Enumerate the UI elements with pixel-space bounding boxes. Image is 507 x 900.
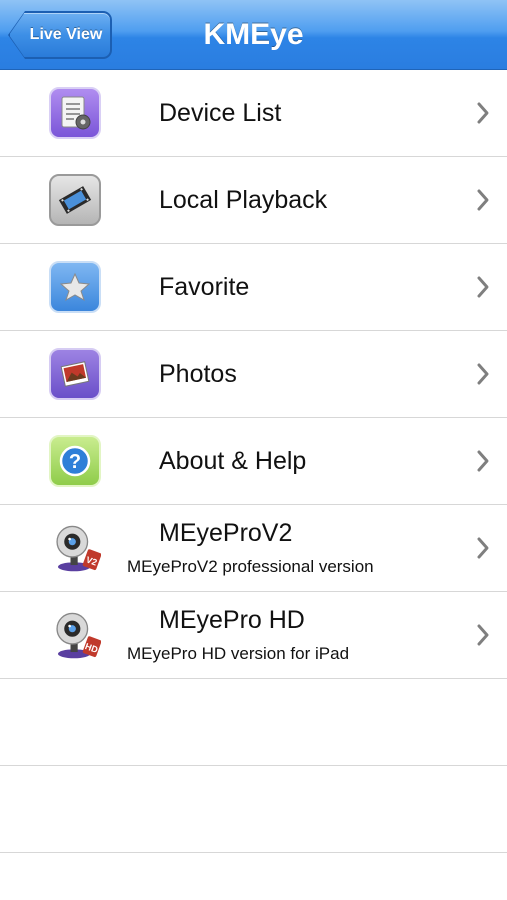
- photos-icon: [49, 348, 101, 400]
- menu-item-sublabel: MEyePro HD version for iPad: [127, 644, 350, 663]
- menu-item-sublabel: MEyeProV2 professional version: [127, 557, 374, 576]
- menu-item-meyeprov2[interactable]: V2 MEyeProV2 MEyeProV2 professional vers…: [0, 505, 507, 592]
- menu-item-label: Device List: [159, 99, 282, 127]
- chevron-right-icon: [477, 102, 489, 124]
- film-strip-icon: [49, 174, 101, 226]
- webcam-icon: V2: [49, 522, 101, 574]
- star-icon: [49, 261, 101, 313]
- empty-row: [0, 766, 507, 853]
- page-title-text: KMEye: [203, 18, 304, 51]
- menu-item-label: Photos: [159, 360, 237, 388]
- chevron-right-icon: [477, 537, 489, 559]
- menu-item-label: Favorite: [159, 273, 250, 301]
- menu-list: Device List Local Playback Favorite Phot…: [0, 70, 507, 853]
- menu-item-device-list[interactable]: Device List: [0, 70, 507, 157]
- menu-item-about-help[interactable]: ? About & Help: [0, 418, 507, 505]
- chevron-right-icon: [477, 363, 489, 385]
- svg-text:?: ?: [69, 451, 81, 473]
- device-list-icon: [49, 87, 101, 139]
- menu-item-label: Local Playback: [159, 186, 328, 214]
- page-title: KMEye: [0, 0, 507, 70]
- chevron-right-icon: [477, 450, 489, 472]
- empty-row: [0, 679, 507, 766]
- chevron-right-icon: [477, 624, 489, 646]
- help-icon: ?: [49, 435, 101, 487]
- menu-item-label: MEyeProV2: [159, 519, 293, 547]
- menu-item-label: About & Help: [159, 447, 307, 475]
- navigation-bar: Live View KMEye: [0, 0, 507, 70]
- menu-item-local-playback[interactable]: Local Playback: [0, 157, 507, 244]
- chevron-right-icon: [477, 276, 489, 298]
- menu-item-favorite[interactable]: Favorite: [0, 244, 507, 331]
- chevron-right-icon: [477, 189, 489, 211]
- menu-item-photos[interactable]: Photos: [0, 331, 507, 418]
- menu-item-label: MEyePro HD: [159, 606, 305, 634]
- webcam-icon: HD: [49, 609, 101, 661]
- menu-item-meyepro-hd[interactable]: HD MEyePro HD MEyePro HD version for iPa…: [0, 592, 507, 679]
